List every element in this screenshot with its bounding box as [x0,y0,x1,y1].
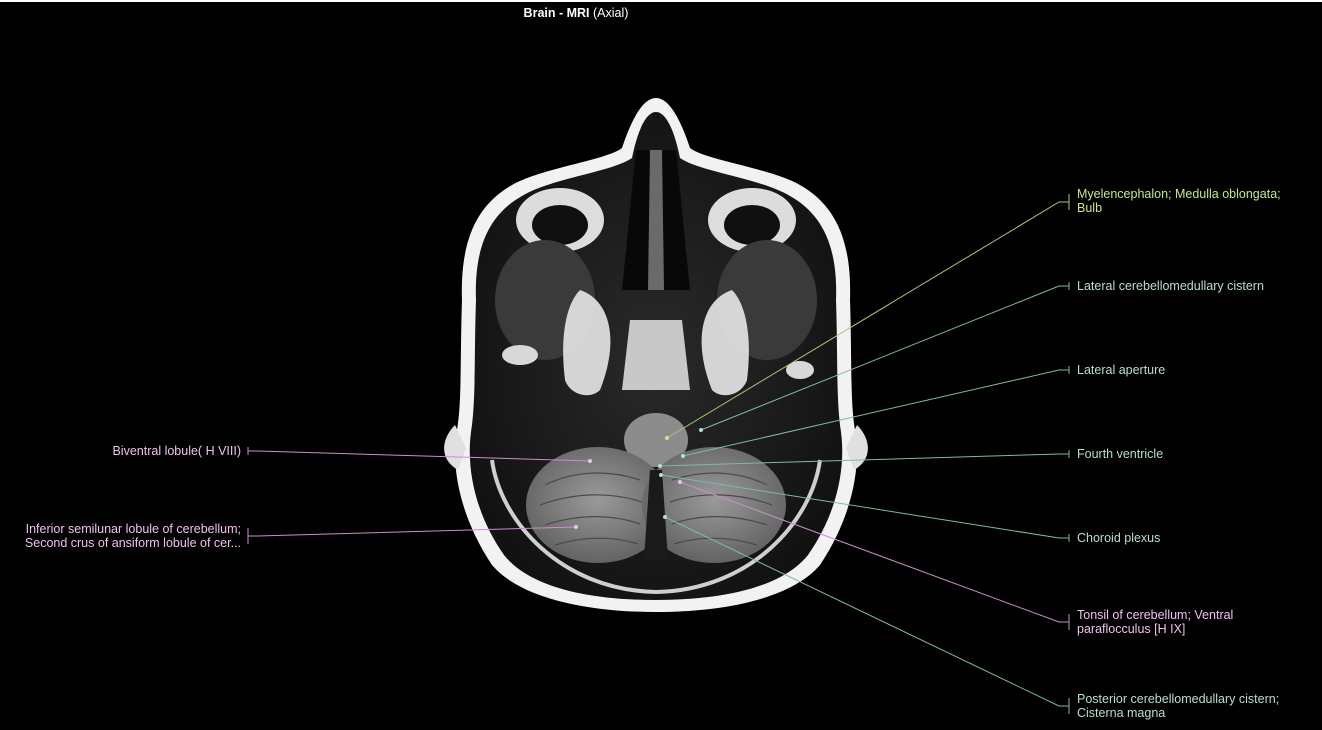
label-tonsil-of-cerebellum[interactable]: Tonsil of cerebellum; Ventral parafloccu… [1077,608,1233,636]
label-line: Lateral cerebellomedullary cistern [1077,279,1264,293]
label-line: Posterior cerebellomedullary cistern; [1077,692,1280,706]
label-medulla-oblongata[interactable]: Myelencephalon; Medulla oblongata; Bulb [1077,187,1281,215]
label-inferior-semilunar-lobule[interactable]: Inferior semilunar lobule of cerebellum;… [25,522,241,550]
label-line: Lateral aperture [1077,363,1166,377]
label-biventral-lobule[interactable]: Biventral lobule( H VIII) [112,444,241,458]
label-fourth-ventricle[interactable]: Fourth ventricle [1077,447,1163,461]
label-lateral-aperture[interactable]: Lateral aperture [1077,363,1165,377]
label-line: Choroid plexus [1077,531,1161,545]
label-line: Fourth ventricle [1077,447,1164,461]
label-line: paraflocculus [H IX] [1077,622,1186,636]
label-line: Inferior semilunar lobule of cerebellum; [25,522,241,536]
label-line: Cisterna magna [1077,706,1166,720]
label-line: Bulb [1077,201,1103,215]
label-lateral-cerebellomedullary-cistern[interactable]: Lateral cerebellomedullary cistern [1077,279,1264,293]
label-line: Tonsil of cerebellum; Ventral [1077,608,1234,622]
label-line: Myelencephalon; Medulla oblongata; [1077,187,1281,201]
label-line: Second crus of ansiform lobule of cer... [24,536,241,550]
label-posterior-cerebellomedullary-cistern[interactable]: Posterior cerebellomedullary cistern; Ci… [1077,692,1279,720]
label-line: Biventral lobule( H VIII) [112,444,241,458]
label-choroid-plexus[interactable]: Choroid plexus [1077,531,1160,545]
